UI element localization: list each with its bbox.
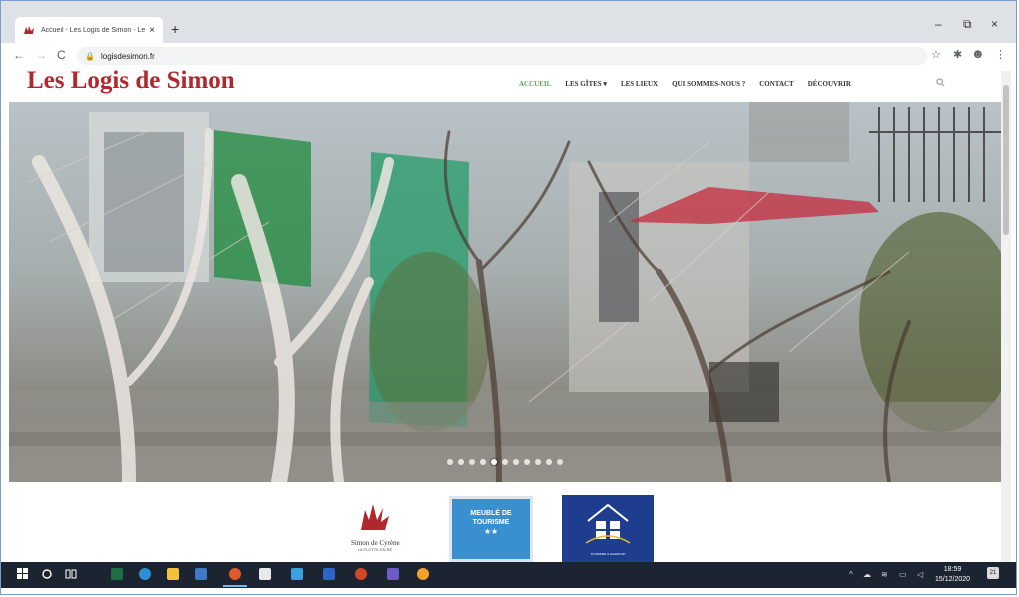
close-window-button[interactable]: × bbox=[991, 17, 998, 31]
taskbar-clock[interactable]: 18:59 15/12/2020 bbox=[935, 565, 970, 585]
tray-cloud-icon[interactable]: ☁ bbox=[863, 570, 871, 579]
tray-battery-icon[interactable]: ▭ bbox=[899, 570, 907, 579]
slider-dot[interactable] bbox=[491, 459, 497, 465]
slider-dot[interactable] bbox=[480, 459, 486, 465]
tab-close-icon[interactable]: × bbox=[149, 25, 155, 36]
file-explorer-icon[interactable] bbox=[167, 568, 179, 580]
store-icon[interactable] bbox=[259, 568, 271, 580]
clock-date: 15/12/2020 bbox=[935, 576, 971, 583]
powerpoint-icon[interactable] bbox=[355, 568, 367, 580]
slider-dot[interactable] bbox=[502, 459, 508, 465]
nav-item-1[interactable]: LES GÎTES ▾ bbox=[565, 80, 607, 88]
bookmark-star-icon[interactable]: ☆ bbox=[931, 48, 941, 61]
meuble-stars: ★★ bbox=[483, 527, 499, 536]
tray-wifi-icon[interactable]: ≋ bbox=[881, 570, 888, 579]
back-arrow-icon[interactable]: ← bbox=[13, 48, 25, 62]
lock-icon: 🔒 bbox=[85, 51, 95, 61]
active-app-indicator bbox=[223, 585, 247, 587]
slider-dot[interactable] bbox=[557, 459, 563, 465]
profile-avatar-icon[interactable]: ☻ bbox=[971, 46, 985, 61]
nav-item-3[interactable]: QUI SOMMES-NOUS ? bbox=[672, 80, 745, 88]
tab-title: Accueil - Les Logis de Simon - Le bbox=[41, 26, 146, 34]
simon-logo-icon bbox=[361, 504, 389, 530]
vlc-icon[interactable] bbox=[417, 568, 429, 580]
slider-dot[interactable] bbox=[513, 459, 519, 465]
hero-slider-image bbox=[9, 102, 1001, 482]
task-view-icon[interactable] bbox=[65, 567, 77, 585]
nav-item-5[interactable]: DÉCOUVRIR bbox=[808, 80, 851, 88]
simon-name: Simon de Cyrène bbox=[351, 539, 400, 547]
notifications-icon[interactable]: 21 bbox=[987, 567, 999, 579]
forward-arrow-icon[interactable]: → bbox=[35, 48, 47, 62]
edge-browser-icon[interactable] bbox=[139, 568, 151, 580]
site-favicon-icon bbox=[23, 25, 35, 35]
meuble-title: MEUBLÉ DE TOURISME bbox=[470, 510, 512, 526]
screen-frame: Accueil - Les Logis de Simon - Le × + – … bbox=[0, 0, 1017, 595]
app-icon[interactable] bbox=[387, 568, 399, 580]
nav-item-4[interactable]: CONTACT bbox=[759, 80, 793, 88]
excel-icon[interactable] bbox=[111, 568, 123, 580]
site-header: Les Logis de Simon ACCUEIL LES GÎTES ▾ LES… bbox=[1, 67, 1016, 102]
slider-dot[interactable] bbox=[447, 459, 453, 465]
nav-item-2[interactable]: LES LIEUX bbox=[621, 80, 658, 88]
simon-sub: LA FLOTTE EN RÉ bbox=[357, 547, 393, 552]
simon-de-cyrene-logo[interactable]: Simon de Cyrène LA FLOTTE EN RÉ bbox=[351, 502, 400, 552]
site-logo[interactable]: Les Logis de Simon bbox=[27, 67, 235, 95]
extensions-icon[interactable]: ✱ bbox=[953, 48, 962, 61]
slider-dot[interactable] bbox=[546, 459, 552, 465]
reload-icon[interactable]: C bbox=[57, 48, 66, 62]
scrollbar-thumb[interactable] bbox=[1003, 85, 1009, 235]
slider-dot[interactable] bbox=[469, 459, 475, 465]
new-tab-button[interactable]: + bbox=[171, 21, 179, 37]
house-accessibility-icon bbox=[585, 503, 631, 544]
tray-chevron-icon[interactable]: ^ bbox=[849, 570, 853, 579]
nav-item-0[interactable]: ACCUEIL bbox=[519, 80, 551, 88]
address-bar[interactable]: 🔒 logisdesimon.fr bbox=[77, 47, 927, 65]
windows-taskbar: ^ ☁ ≋ ▭ ◁ 18:59 15/12/2020 21 bbox=[1, 562, 1016, 588]
slider-dot[interactable] bbox=[458, 459, 464, 465]
page-scrollbar[interactable] bbox=[1001, 71, 1011, 562]
browser-tab[interactable]: Accueil - Les Logis de Simon - Le × bbox=[15, 17, 163, 43]
menu-kebab-icon[interactable]: ⋮ bbox=[995, 48, 1006, 61]
slider-dot[interactable] bbox=[524, 459, 530, 465]
tourisme-handicap-badge[interactable]: TOURISME & HANDICAP bbox=[562, 495, 654, 562]
labels-section: Simon de Cyrène LA FLOTTE EN RÉ MEUBLÉ D… bbox=[1, 482, 1001, 562]
maximize-button[interactable]: ⧉ bbox=[963, 17, 972, 32]
main-navigation: ACCUEIL LES GÎTES ▾ LES LIEUX QUI SOMMES-NO… bbox=[519, 80, 865, 88]
slider-pagination bbox=[447, 459, 563, 465]
mail-icon[interactable] bbox=[195, 568, 207, 580]
windows-start-icon[interactable] bbox=[17, 567, 29, 585]
clock-time: 18:59 bbox=[943, 566, 962, 573]
meuble-de-tourisme-badge[interactable]: MEUBLÉ DE TOURISME ★★ bbox=[449, 496, 533, 562]
tourisme-caption: TOURISME & HANDICAP bbox=[590, 552, 626, 556]
search-circle-icon[interactable] bbox=[41, 567, 53, 585]
word-icon[interactable] bbox=[323, 568, 335, 580]
minimize-button[interactable]: – bbox=[935, 17, 942, 31]
photos-icon[interactable] bbox=[291, 568, 303, 580]
browser-tab-strip: Accueil - Les Logis de Simon - Le × + – … bbox=[1, 1, 1016, 43]
search-icon[interactable] bbox=[936, 78, 945, 89]
hero-photo bbox=[9, 102, 1001, 482]
chrome-icon[interactable] bbox=[229, 568, 241, 580]
tray-volume-icon[interactable]: ◁ bbox=[917, 570, 923, 579]
url-text: logisdesimon.fr bbox=[100, 51, 155, 61]
slider-dot[interactable] bbox=[535, 459, 541, 465]
